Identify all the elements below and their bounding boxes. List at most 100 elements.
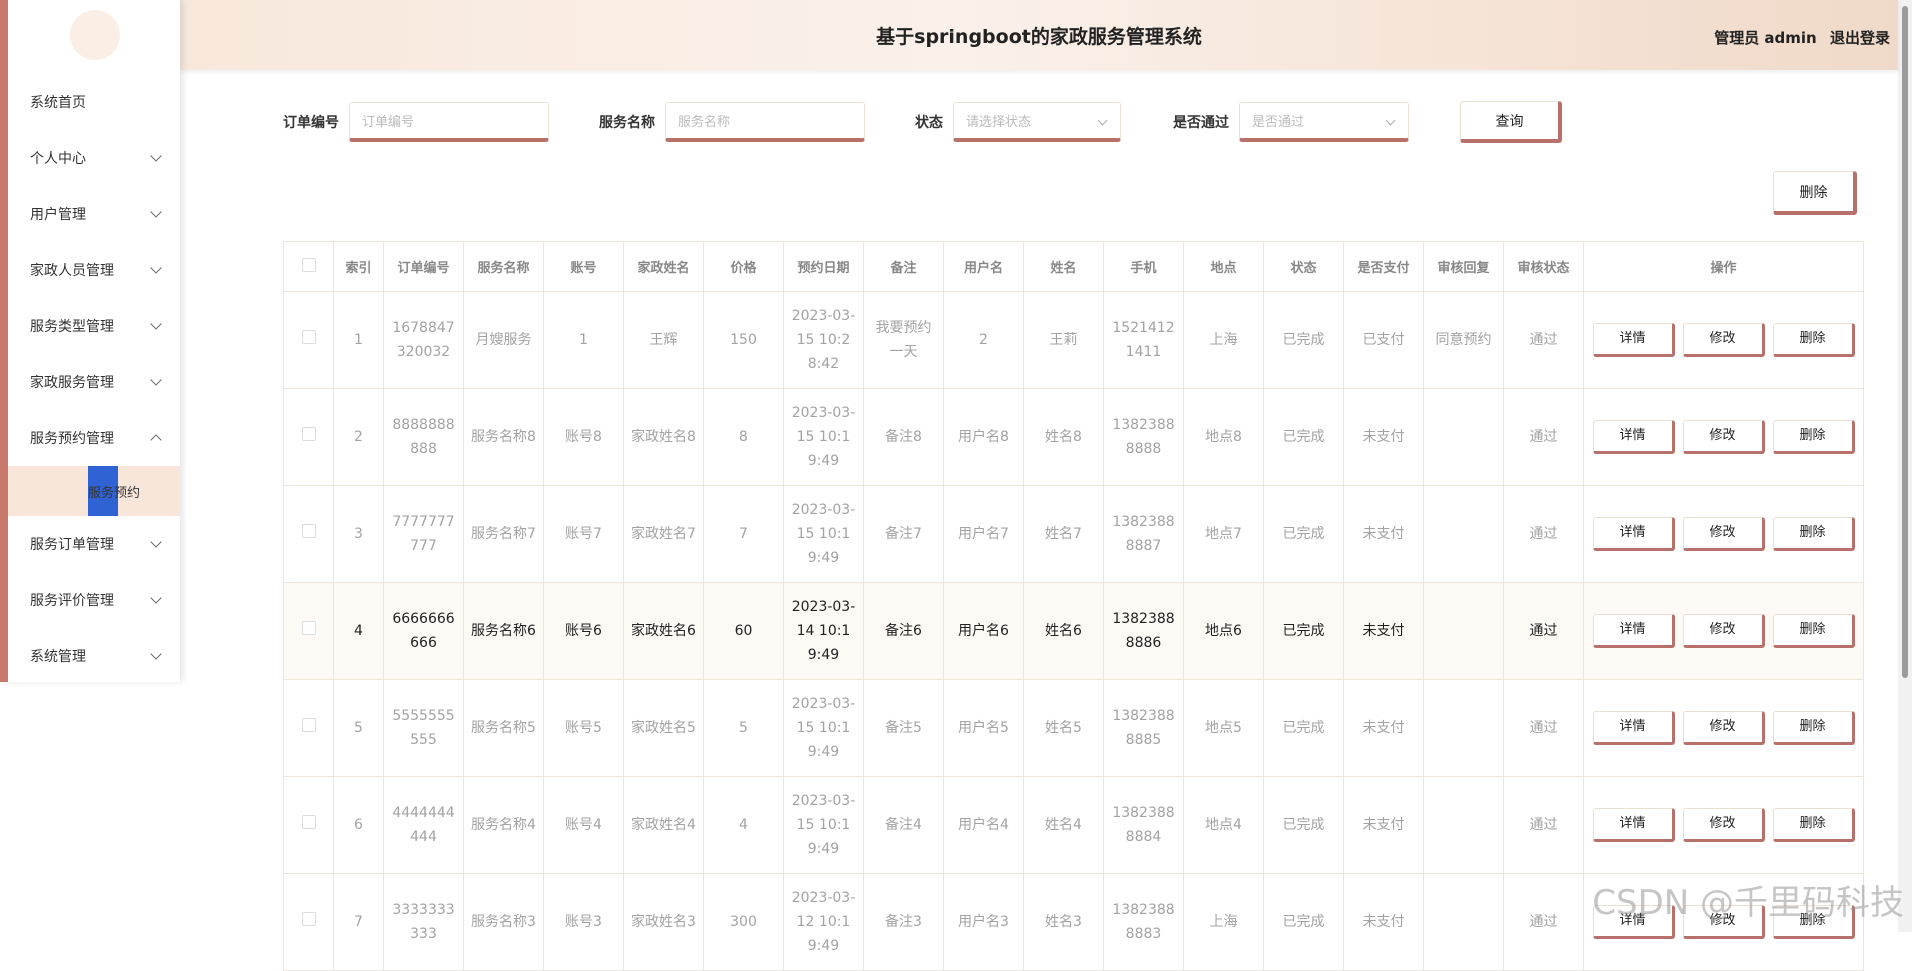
delete-button[interactable]: 删除 [1773,420,1855,454]
chevron-down-icon [150,648,161,659]
table-cell: 地点6 [1184,583,1264,680]
table-cell: 未支付 [1344,680,1424,777]
sidebar-item[interactable]: 服务订单管理 [8,516,180,572]
table-cell: 家政姓名3 [624,874,704,971]
sidebar-item[interactable]: 服务评价管理 [8,572,180,628]
table-cell: 2023-03-15 10:19:49 [784,486,864,583]
table-cell: 5 [334,680,384,777]
column-header: 是否支付 [1344,242,1424,292]
table-row[interactable]: 28888888888服务名称8账号8家政姓名882023-03-15 10:1… [284,389,1864,486]
delete-button[interactable]: 删除 [1773,517,1855,551]
sidebar-item-label: 个人中心 [30,148,86,168]
sidebar-item[interactable]: 家政人员管理 [8,242,180,298]
service-name-input[interactable]: 服务名称 [665,102,865,142]
table-cell: 4444444444 [384,777,464,874]
row-checkbox[interactable] [302,524,316,538]
table-cell: 上海 [1184,874,1264,971]
sidebar-item-label: 家政服务管理 [30,372,114,392]
edit-button[interactable]: 修改 [1683,808,1765,842]
table-cell: 13823888886 [1104,583,1184,680]
sidebar-item[interactable]: 系统管理 [8,628,180,684]
row-checkbox[interactable] [302,718,316,732]
table-cell: 账号6 [544,583,624,680]
sidebar-item-label: 系统首页 [30,92,86,112]
table-cell: 4 [704,777,784,874]
chevron-down-icon [150,374,161,385]
logout-link[interactable]: 退出登录 [1830,29,1890,47]
edit-button[interactable]: 修改 [1683,420,1765,454]
table-cell: 账号4 [544,777,624,874]
detail-button[interactable]: 详情 [1593,517,1675,551]
edit-button[interactable]: 修改 [1683,711,1765,745]
row-select-cell [284,389,334,486]
sidebar-item[interactable]: 服务预约管理 [8,410,180,466]
table-cell: 13823888888 [1104,389,1184,486]
table-cell: 3 [334,486,384,583]
table-row[interactable]: 37777777777服务名称7账号7家政姓名772023-03-15 10:1… [284,486,1864,583]
row-checkbox[interactable] [302,815,316,829]
table-row[interactable]: 46666666666服务名称6账号6家政姓名6602023-03-14 10:… [284,583,1864,680]
sidebar-item-label: 服务订单管理 [30,534,114,554]
delete-button[interactable]: 删除 [1773,711,1855,745]
table-cell: 13823888883 [1104,874,1184,971]
table-cell: 13823888885 [1104,680,1184,777]
scrollbar-thumb[interactable] [1902,6,1908,678]
table-cell: 姓名4 [1024,777,1104,874]
edit-button[interactable]: 修改 [1683,614,1765,648]
table-cell: 备注7 [864,486,944,583]
table-row[interactable]: 64444444444服务名称4账号4家政姓名442023-03-15 10:1… [284,777,1864,874]
edit-button[interactable]: 修改 [1683,323,1765,357]
table-cell: 1 [544,292,624,389]
table-row[interactable]: 11678847320032月嫂服务1王辉1502023-03-15 10:28… [284,292,1864,389]
sidebar-item-label: 服务类型管理 [30,316,114,336]
bulk-delete-button[interactable]: 删除 [1773,171,1857,215]
detail-button[interactable]: 详情 [1593,420,1675,454]
table-cell: 5 [704,680,784,777]
table-cell: 账号8 [544,389,624,486]
detail-button[interactable]: 详情 [1593,614,1675,648]
table-cell: 上海 [1184,292,1264,389]
detail-button[interactable]: 详情 [1593,323,1675,357]
submenu-item-label: 服务预约 [88,482,140,501]
table-cell: 通过 [1504,680,1584,777]
table-cell: 已完成 [1264,680,1344,777]
row-checkbox[interactable] [302,621,316,635]
sidebar-item[interactable]: 用户管理 [8,186,180,242]
detail-button[interactable]: 详情 [1593,808,1675,842]
row-checkbox[interactable] [302,330,316,344]
sidebar-item[interactable]: 系统首页 [8,74,180,130]
chevron-down-icon [150,262,161,273]
table-cell: 月嫂服务 [464,292,544,389]
column-header: 价格 [704,242,784,292]
row-actions: 详情修改删除 [1584,777,1864,874]
edit-button[interactable]: 修改 [1683,517,1765,551]
order-number-input[interactable]: 订单编号 [349,102,549,142]
sidebar-item[interactable]: 个人中心 [8,130,180,186]
row-checkbox[interactable] [302,427,316,441]
detail-button[interactable]: 详情 [1593,711,1675,745]
sidebar-item[interactable]: 家政服务管理 [8,354,180,410]
sidebar-item[interactable]: 服务类型管理 [8,298,180,354]
status-select[interactable]: 请选择状态 [953,102,1121,142]
table-cell: 已完成 [1264,486,1344,583]
pass-select[interactable]: 是否通过 [1239,102,1409,142]
chevron-down-icon [150,318,161,329]
column-header: 姓名 [1024,242,1104,292]
table-row[interactable]: 55555555555服务名称5账号5家政姓名552023-03-15 10:1… [284,680,1864,777]
status-label: 状态 [915,112,943,132]
table-cell: 7 [704,486,784,583]
query-button[interactable]: 查询 [1460,101,1562,143]
search-bar: 订单编号 订单编号 服务名称 服务名称 状态 请选择状态 是否通过 是否通过 查… [283,100,1683,144]
delete-button[interactable]: 删除 [1773,808,1855,842]
delete-button[interactable]: 删除 [1773,614,1855,648]
row-checkbox[interactable] [302,912,316,926]
sidebar-item-label: 服务评价管理 [30,590,114,610]
watermark: CSDN @千里码科技 [1592,875,1904,924]
table-cell: 7777777777 [384,486,464,583]
row-select-cell [284,583,334,680]
submenu-item-service-booking[interactable]: 服务预约 [8,466,180,516]
chevron-down-icon [150,150,161,161]
delete-button[interactable]: 删除 [1773,323,1855,357]
page-scrollbar[interactable] [1898,0,1912,932]
select-all-checkbox[interactable] [302,258,316,272]
